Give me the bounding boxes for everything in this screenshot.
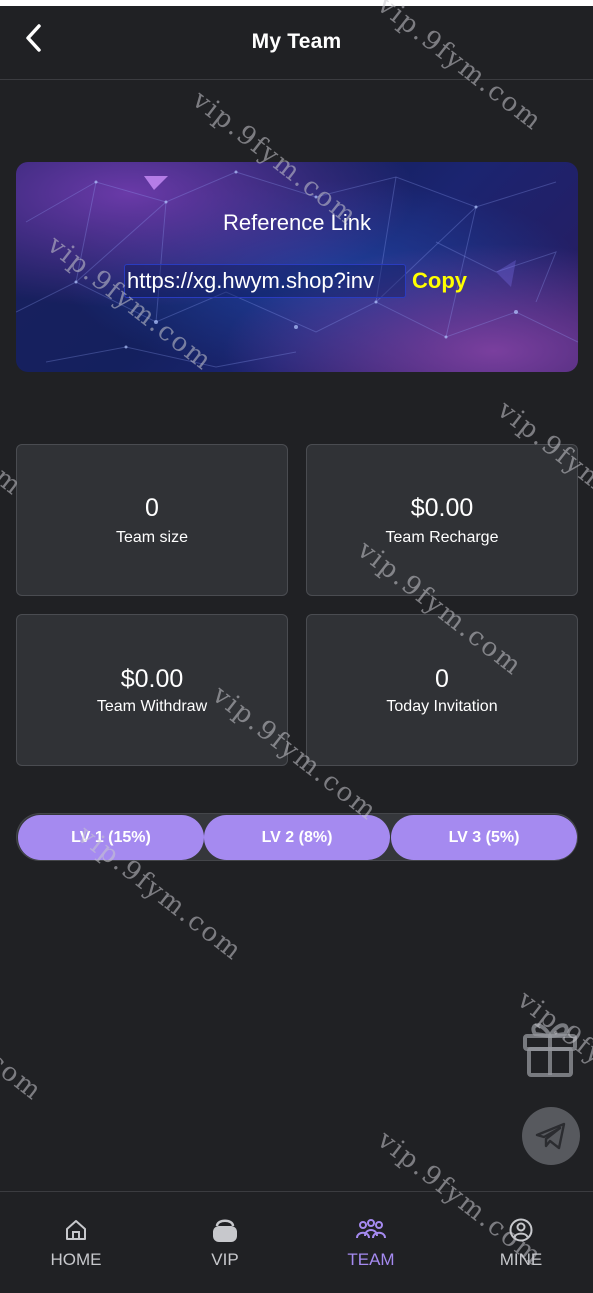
page-title: My Team — [251, 30, 342, 53]
reference-link-row: https://xg.hwym.shop?inv Copy — [124, 264, 467, 298]
gift-button[interactable] — [521, 1014, 579, 1078]
tab-mine-label: MINE — [499, 1250, 543, 1269]
tab-team[interactable]: TEAM — [311, 1192, 431, 1293]
reference-link-title: Reference Link — [223, 210, 371, 235]
level-tabs: LV 1 (15%) LV 2 (8%) LV 3 (5%) — [16, 813, 578, 861]
tab-level-3[interactable]: LV 3 (5%) — [391, 815, 577, 860]
header: My Team — [0, 6, 593, 80]
team-withdraw-value: $0.00 — [120, 665, 184, 693]
team-recharge-value: $0.00 — [410, 494, 474, 522]
today-invitation-value: 0 — [435, 665, 449, 693]
tab-vip-label: VIP — [211, 1250, 239, 1269]
tab-level-1[interactable]: LV 1 (15%) — [18, 815, 204, 860]
stat-card-team-withdraw: $0.00 Team Withdraw — [16, 614, 288, 766]
team-icon — [356, 1219, 386, 1239]
tab-level-2[interactable]: LV 2 (8%) — [204, 815, 390, 860]
telegram-button[interactable] — [522, 1107, 580, 1165]
tab-home[interactable]: HOME — [16, 1192, 136, 1293]
team-size-value: 0 — [145, 494, 159, 522]
team-recharge-label: Team Recharge — [385, 529, 499, 546]
reference-link-field[interactable]: https://xg.hwym.shop?inv — [124, 264, 406, 298]
reference-link-banner: Reference Link https://xg.hwym.shop?inv … — [16, 162, 578, 372]
user-icon — [509, 1218, 533, 1242]
stat-card-team-recharge: $0.00 Team Recharge — [306, 444, 578, 596]
tab-team-label: TEAM — [347, 1250, 395, 1269]
home-icon — [66, 1220, 86, 1240]
vip-basket-icon — [213, 1219, 237, 1242]
team-withdraw-label: Team Withdraw — [96, 698, 208, 715]
today-invitation-label: Today Invitation — [386, 698, 498, 715]
tab-home-label: HOME — [50, 1250, 102, 1269]
tab-mine[interactable]: MINE — [461, 1192, 581, 1293]
watermark: vip.9fym.com — [0, 960, 49, 1108]
stat-card-team-size: 0 Team size — [16, 444, 288, 596]
telegram-icon — [535, 1122, 566, 1150]
stat-card-today-invitation: 0 Today Invitation — [306, 614, 578, 766]
team-size-label: Team size — [115, 529, 189, 546]
bottom-tab-bar: HOME VIP TEAM MINE — [0, 1191, 593, 1293]
gift-icon — [523, 1023, 577, 1077]
tab-vip[interactable]: VIP — [165, 1192, 285, 1293]
copy-button[interactable]: Copy — [412, 268, 467, 294]
